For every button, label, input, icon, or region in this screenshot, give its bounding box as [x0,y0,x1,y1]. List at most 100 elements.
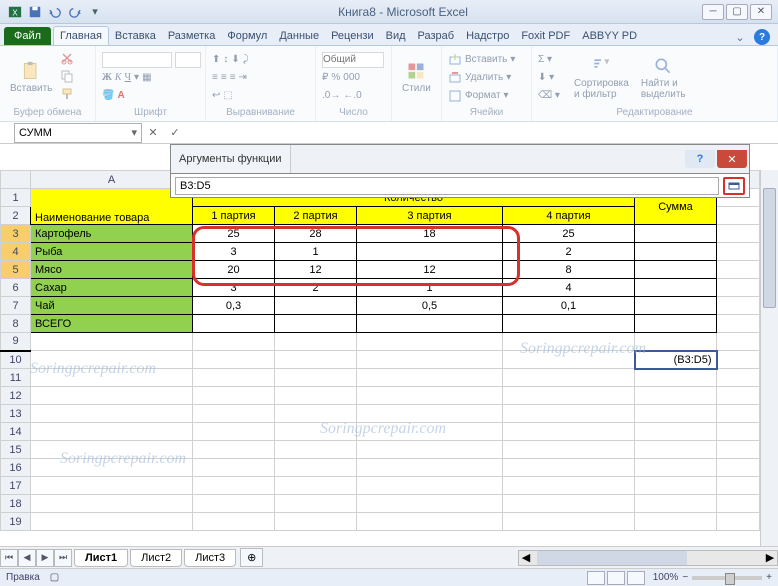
tab-formulas[interactable]: Формул [221,27,273,45]
formula-bar-row: СУММ ▾ ✕ ✓ [0,122,778,144]
paste-button[interactable]: Вставить [6,59,56,96]
orientation-icon[interactable]: ⤸ [243,54,249,65]
select-all[interactable] [1,171,31,189]
sheet-tab-1[interactable]: Лист1 [74,549,128,567]
underline-icon[interactable]: Ч [125,72,132,83]
title-bar: X ▾ Книга8 - Microsoft Excel ─ ▢ ✕ [0,0,778,24]
horizontal-scrollbar[interactable]: ◀▶ [518,550,778,566]
zoom-control[interactable]: 100% − + [653,572,772,583]
confirm-icon[interactable]: ✓ [164,126,186,139]
zoom-out-icon[interactable]: − [682,572,688,583]
undo-icon[interactable] [46,3,64,21]
sheet-tab-bar: ⏮ ◀ ▶ ⏭ Лист1 Лист2 Лист3 ⊕ ◀▶ [0,546,778,568]
find-select-button[interactable]: Найти и выделить [637,54,690,102]
sheet-nav-prev-icon[interactable]: ◀ [18,549,36,567]
tab-layout[interactable]: Разметка [162,27,222,45]
dialog-title: Аргументы функции [171,145,291,173]
tab-review[interactable]: Рецензи [325,27,380,45]
group-alignment: Выравнивание [212,107,309,119]
percent-icon[interactable]: % [331,72,340,83]
fill-icon[interactable]: ⬇ ▾ [538,69,560,86]
cell[interactable]: 3 партия [357,207,503,225]
sheet-nav-next-icon[interactable]: ▶ [36,549,54,567]
clear-icon[interactable]: ⌫ ▾ [538,87,560,104]
decimal-dec-icon[interactable]: ←.0 [343,90,361,101]
name-box[interactable]: СУММ ▾ [14,123,142,143]
range-input[interactable] [175,177,719,195]
namebox-dropdown-icon[interactable]: ▾ [131,126,137,139]
comma-icon[interactable]: 000 [343,72,360,83]
view-normal-icon[interactable] [587,571,605,585]
sort-filter-button[interactable]: Сортировка и фильтр [570,54,633,102]
number-format[interactable] [322,52,384,68]
sheet-nav-last-icon[interactable]: ⏭ [54,549,72,567]
view-break-icon[interactable] [627,571,645,585]
expand-dialog-button[interactable] [723,177,745,195]
dialog-close-icon[interactable]: ✕ [717,150,747,168]
delete-cells[interactable]: Удалить ▾ [448,69,515,86]
font-size[interactable] [175,52,201,68]
quick-access-toolbar: X ▾ [0,3,104,21]
bold-icon[interactable]: Ж [102,72,112,83]
vertical-scrollbar[interactable] [760,170,778,546]
formula-cell[interactable]: (B3:D5) [635,351,717,369]
maximize-button[interactable]: ▢ [726,4,748,20]
format-cells[interactable]: Формат ▾ [448,87,515,104]
tab-view[interactable]: Вид [380,27,412,45]
tab-home[interactable]: Главная [53,26,109,45]
cell[interactable]: 2 партия [275,207,357,225]
save-icon[interactable] [26,3,44,21]
tab-insert[interactable]: Вставка [109,27,162,45]
close-button[interactable]: ✕ [750,4,772,20]
currency-icon[interactable]: ₽ [322,72,328,83]
insert-cells[interactable]: Вставить ▾ [448,51,515,68]
help-icon[interactable]: ? [754,29,770,45]
italic-icon[interactable]: К [115,72,122,83]
format-painter-icon[interactable] [60,87,74,104]
autosum-icon[interactable]: Σ ▾ [538,51,560,68]
border-icon[interactable]: ▦ [142,72,151,83]
styles-button[interactable]: Стили [398,59,435,96]
minimize-ribbon-icon[interactable]: ⌄ [732,29,748,45]
cell[interactable]: 4 партия [503,207,635,225]
indent-icon[interactable]: ⇥ [239,72,247,83]
minimize-button[interactable]: ─ [702,4,724,20]
spreadsheet-grid[interactable]: A B C D E F G 1Наименование товараКоличе… [0,170,760,546]
view-page-icon[interactable] [607,571,625,585]
decimal-inc-icon[interactable]: .0→ [322,90,340,101]
sheet-tab-3[interactable]: Лист3 [184,549,236,567]
cut-icon[interactable] [60,51,74,68]
tab-foxit[interactable]: Foxit PDF [515,27,576,45]
tab-developer[interactable]: Разраб [412,27,461,45]
font-family[interactable] [102,52,172,68]
align-right-icon[interactable]: ≡ [230,72,236,83]
dialog-help-icon[interactable]: ? [685,150,715,168]
col-A[interactable]: A [31,171,193,189]
cancel-icon[interactable]: ✕ [142,126,164,139]
sheet-tab-2[interactable]: Лист2 [130,549,182,567]
fill-color-icon[interactable]: 🪣 [102,90,114,101]
window-controls: ─ ▢ ✕ [702,4,778,20]
align-left-icon[interactable]: ≡ [212,72,218,83]
file-tab[interactable]: Файл [4,27,51,45]
zoom-in-icon[interactable]: + [766,572,772,583]
zoom-slider[interactable] [692,576,762,580]
tab-abbyy[interactable]: ABBYY PD [576,27,643,45]
macro-record-icon[interactable]: ▢ [50,572,59,583]
qat-dropdown-icon[interactable]: ▾ [86,3,104,21]
align-center-icon[interactable]: ≡ [221,72,227,83]
new-sheet-icon[interactable]: ⊕ [240,548,263,567]
cell[interactable]: 1 партия [193,207,275,225]
tab-addins[interactable]: Надстро [460,27,515,45]
align-top-icon[interactable]: ⬆ [212,54,220,65]
sheet-nav-first-icon[interactable]: ⏮ [0,549,18,567]
align-bottom-icon[interactable]: ⬇ [231,54,239,65]
cell[interactable]: Наименование товара [31,189,193,225]
wrap-text-icon[interactable]: ↩ [212,90,220,101]
copy-icon[interactable] [60,69,74,86]
redo-icon[interactable] [66,3,84,21]
align-middle-icon[interactable]: ↕ [223,54,228,65]
tab-data[interactable]: Данные [273,27,325,45]
font-color-icon[interactable]: A [117,90,124,101]
merge-icon[interactable]: ⬚ [223,90,232,101]
